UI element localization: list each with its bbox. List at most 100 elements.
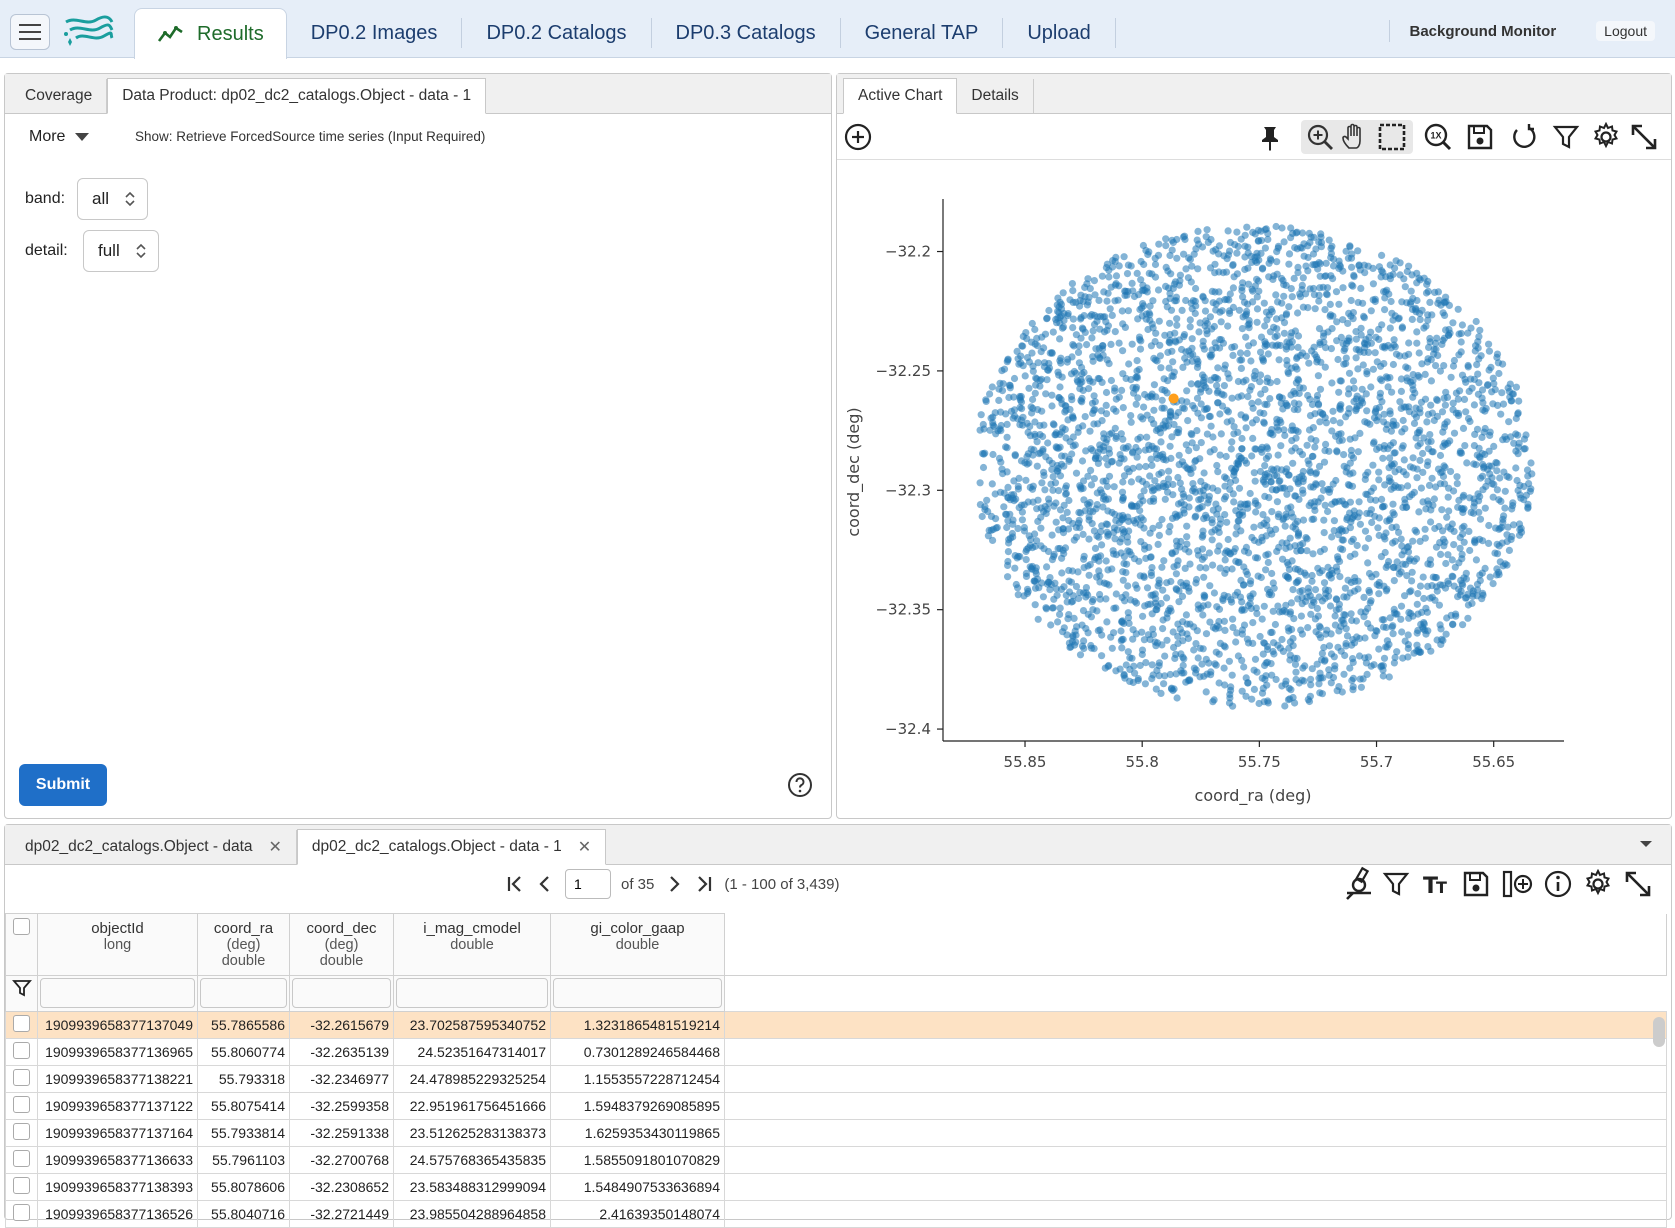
select-all-checkbox[interactable] (13, 918, 30, 935)
highlighted-point[interactable] (1168, 393, 1179, 404)
column-header-objectId[interactable]: objectId long (37, 913, 198, 976)
scatter-point (1127, 412, 1135, 420)
tab-table-object-data[interactable]: dp02_dc2_catalogs.Object - data ✕ (11, 830, 297, 864)
row-checkbox[interactable] (13, 1096, 30, 1113)
expand-icon[interactable] (1623, 869, 1653, 899)
next-page-icon[interactable] (664, 874, 684, 894)
table-row[interactable]: 1909939658377136965 55.8060774 -32.2635139… (5, 1038, 1667, 1066)
scatter-point (1072, 533, 1081, 541)
tab-dp02-catalogs[interactable]: DP0.2 Catalogs (462, 18, 652, 48)
filter-coord-dec-input[interactable] (292, 978, 391, 1008)
table-row[interactable]: 1909939658377137164 55.7933814 -32.2591338… (5, 1119, 1667, 1147)
scatter-point (1132, 373, 1140, 381)
table-scrollbar[interactable] (1653, 1017, 1665, 1047)
table-row[interactable]: 1909939658377137122 55.8075414 -32.2599358… (5, 1092, 1667, 1120)
row-checkbox[interactable] (13, 1123, 30, 1140)
scatter-point (1304, 624, 1312, 632)
filter-icon[interactable] (1551, 122, 1581, 152)
column-header-i-mag-cmodel[interactable]: i_mag_cmodel double (393, 913, 551, 976)
tab-dp02-images[interactable]: DP0.2 Images (287, 18, 463, 48)
row-checkbox[interactable] (13, 1069, 30, 1086)
scatter-point (1299, 489, 1307, 497)
scatter-point (1299, 349, 1307, 357)
save-icon[interactable] (1465, 122, 1495, 152)
restore-icon[interactable] (1509, 122, 1539, 152)
zoom-reset-icon[interactable]: 1X (1423, 122, 1453, 152)
table-row[interactable]: 1909939658377136526 55.8040716 -32.2721449… (5, 1200, 1667, 1228)
tab-coverage[interactable]: Coverage (11, 79, 108, 113)
detail-select[interactable]: full (83, 230, 159, 272)
settings-gear-icon[interactable] (1583, 869, 1613, 899)
column-header-gi-color-gaap[interactable]: gi_color_gaap double (550, 913, 725, 976)
table-row[interactable]: 1909939658377138221 55.793318 -32.2346977 2… (5, 1065, 1667, 1093)
text-view-icon[interactable]: TT (1421, 869, 1451, 899)
filter-icon[interactable] (11, 978, 32, 998)
save-icon[interactable] (1461, 869, 1491, 899)
panel-collapse-icon[interactable] (1639, 839, 1653, 849)
add-column-icon[interactable] (1501, 869, 1535, 899)
row-checkbox[interactable] (13, 1015, 30, 1032)
info-icon[interactable] (1543, 869, 1573, 899)
filter-icon[interactable] (1381, 869, 1411, 899)
pan-hand-icon[interactable] (1339, 122, 1369, 152)
hamburger-menu-button[interactable] (10, 14, 50, 50)
scatter-point (1288, 437, 1296, 445)
telescope-analysis-icon[interactable] (1339, 865, 1375, 901)
tab-results[interactable]: Results (134, 8, 287, 59)
filter-i-mag-input[interactable] (396, 978, 548, 1008)
add-chart-icon[interactable] (843, 122, 873, 152)
scatter-chart[interactable]: 55.85 55.8 55.75 55.7 55.65 −32.2−32.25−32.3… (837, 161, 1671, 811)
tab-active-chart[interactable]: Active Chart (843, 78, 958, 114)
pin-icon[interactable] (1255, 122, 1285, 152)
scatter-point (1327, 679, 1335, 687)
previous-page-icon[interactable] (535, 874, 555, 894)
table-row[interactable]: 1909939658377138393 55.8078606 -32.2308652… (5, 1173, 1667, 1201)
tab-table-object-data-1[interactable]: dp02_dc2_catalogs.Object - data - 1 ✕ (296, 829, 607, 865)
band-select[interactable]: all (77, 178, 149, 220)
zoom-in-icon[interactable] (1305, 122, 1335, 152)
row-checkbox[interactable] (13, 1150, 30, 1167)
scatter-point (1197, 385, 1205, 393)
settings-gear-icon[interactable] (1591, 122, 1621, 152)
close-icon[interactable]: ✕ (269, 837, 282, 857)
table-row[interactable]: 1909939658377137049 55.7865586 -32.2615679… (5, 1011, 1667, 1039)
help-icon[interactable] (787, 772, 813, 798)
background-monitor-button[interactable]: Background Monitor (1388, 20, 1577, 42)
logout-button[interactable]: Logout (1596, 21, 1655, 41)
filter-coord-ra-input[interactable] (200, 978, 287, 1008)
more-dropdown[interactable]: More (29, 128, 90, 146)
scatter-point (1331, 612, 1339, 620)
tab-upload[interactable]: Upload (1003, 18, 1116, 48)
tab-data-product[interactable]: Data Product: dp02_dc2_catalogs.Object -… (107, 78, 487, 114)
scatter-point (1086, 507, 1094, 515)
scatter-point (1170, 563, 1178, 571)
filter-gi-color-input[interactable] (553, 978, 722, 1008)
scatter-point (1390, 336, 1398, 344)
row-checkbox[interactable] (13, 1204, 30, 1221)
scatter-point (1239, 378, 1247, 386)
first-page-icon[interactable] (505, 874, 525, 894)
row-checkbox[interactable] (13, 1177, 30, 1194)
row-checkbox[interactable] (13, 1042, 30, 1059)
scatter-point (1430, 345, 1438, 353)
tab-dp03-catalogs[interactable]: DP0.3 Catalogs (652, 18, 841, 48)
expand-icon[interactable] (1629, 122, 1659, 152)
scatter-point (1053, 467, 1061, 475)
page-number-input[interactable] (565, 869, 611, 899)
scatter-point (1404, 364, 1412, 372)
tab-details[interactable]: Details (957, 79, 1034, 113)
column-header-coord-ra[interactable]: coord_ra (deg) double (197, 913, 290, 976)
submit-button[interactable]: Submit (19, 764, 107, 806)
last-page-icon[interactable] (694, 874, 714, 894)
scatter-point (1178, 306, 1186, 314)
close-icon[interactable]: ✕ (578, 837, 591, 857)
table-row[interactable]: 1909939658377136633 55.7961103 -32.2700768… (5, 1146, 1667, 1174)
table-cell-objectId: 1909939658377138221 (37, 1065, 198, 1093)
table-cell-gi_color_gaap: 1.1553557228712454 (550, 1065, 725, 1093)
tab-general-tap[interactable]: General TAP (841, 18, 1004, 48)
column-header-coord-dec[interactable]: coord_dec (deg) double (289, 913, 394, 976)
select-box-icon[interactable] (1377, 122, 1407, 152)
scatter-point (1392, 350, 1401, 358)
scatter-point (1365, 333, 1373, 341)
filter-objectId-input[interactable] (40, 978, 195, 1008)
